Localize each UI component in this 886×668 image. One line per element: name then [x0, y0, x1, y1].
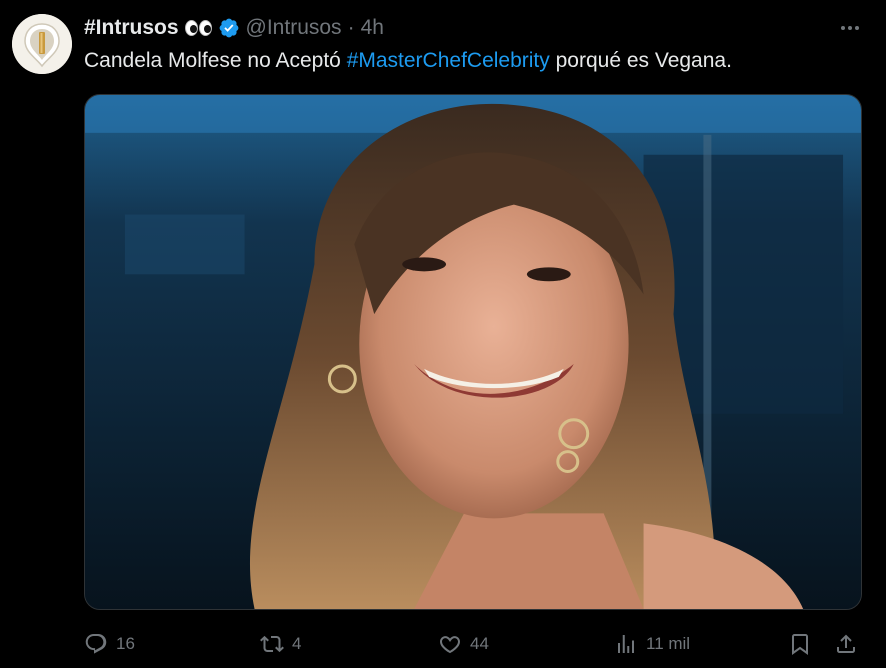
- separator: ·: [347, 16, 355, 39]
- share-button[interactable]: [834, 628, 858, 660]
- reply-count: 16: [116, 634, 135, 653]
- more-icon: [841, 26, 845, 30]
- timestamp[interactable]: 4h: [361, 16, 384, 40]
- heart-icon: [440, 636, 460, 654]
- views-button[interactable]: 11 mil: [614, 628, 690, 660]
- tweet[interactable]: #Intrusos @Intrusos · 4h Candela Molfese…: [0, 0, 886, 668]
- tweet-text-after: porqué es Vegana.: [549, 49, 732, 72]
- views-count: 11 mil: [646, 634, 691, 653]
- bookmark-button[interactable]: [788, 628, 812, 660]
- like-count: 44: [470, 634, 489, 653]
- action-bar: 16 4 44 11 mil: [84, 628, 864, 660]
- handle[interactable]: @Intrusos: [246, 16, 342, 40]
- avatar[interactable]: [12, 14, 72, 74]
- more-options-button[interactable]: [836, 16, 864, 40]
- retweet-button[interactable]: 4: [260, 628, 301, 660]
- tweet-text-before: Candela Molfese no Aceptó: [84, 49, 347, 72]
- like-button[interactable]: 44: [438, 628, 489, 660]
- bookmark-icon: [792, 634, 808, 655]
- intrusos-logo-icon: [12, 14, 72, 74]
- display-name[interactable]: #Intrusos: [84, 16, 179, 40]
- tweet-header: #Intrusos @Intrusos · 4h: [84, 14, 384, 42]
- retweet-icon: [260, 635, 284, 653]
- retweet-count: 4: [292, 634, 302, 653]
- tweet-photo[interactable]: [84, 94, 862, 610]
- verified-badge-icon: [219, 18, 238, 38]
- views-chart-icon: [618, 635, 634, 653]
- reply-button[interactable]: 16: [84, 628, 135, 660]
- hashtag-link[interactable]: #MasterChefCelebrity: [347, 49, 550, 72]
- eyes-emoji-icon: [184, 20, 212, 36]
- reply-icon: [85, 634, 107, 654]
- share-icon: [837, 634, 855, 653]
- tweet-text: Candela Molfese no Aceptó #MasterChefCel…: [84, 47, 732, 75]
- photo-woman-smiling: [85, 95, 861, 609]
